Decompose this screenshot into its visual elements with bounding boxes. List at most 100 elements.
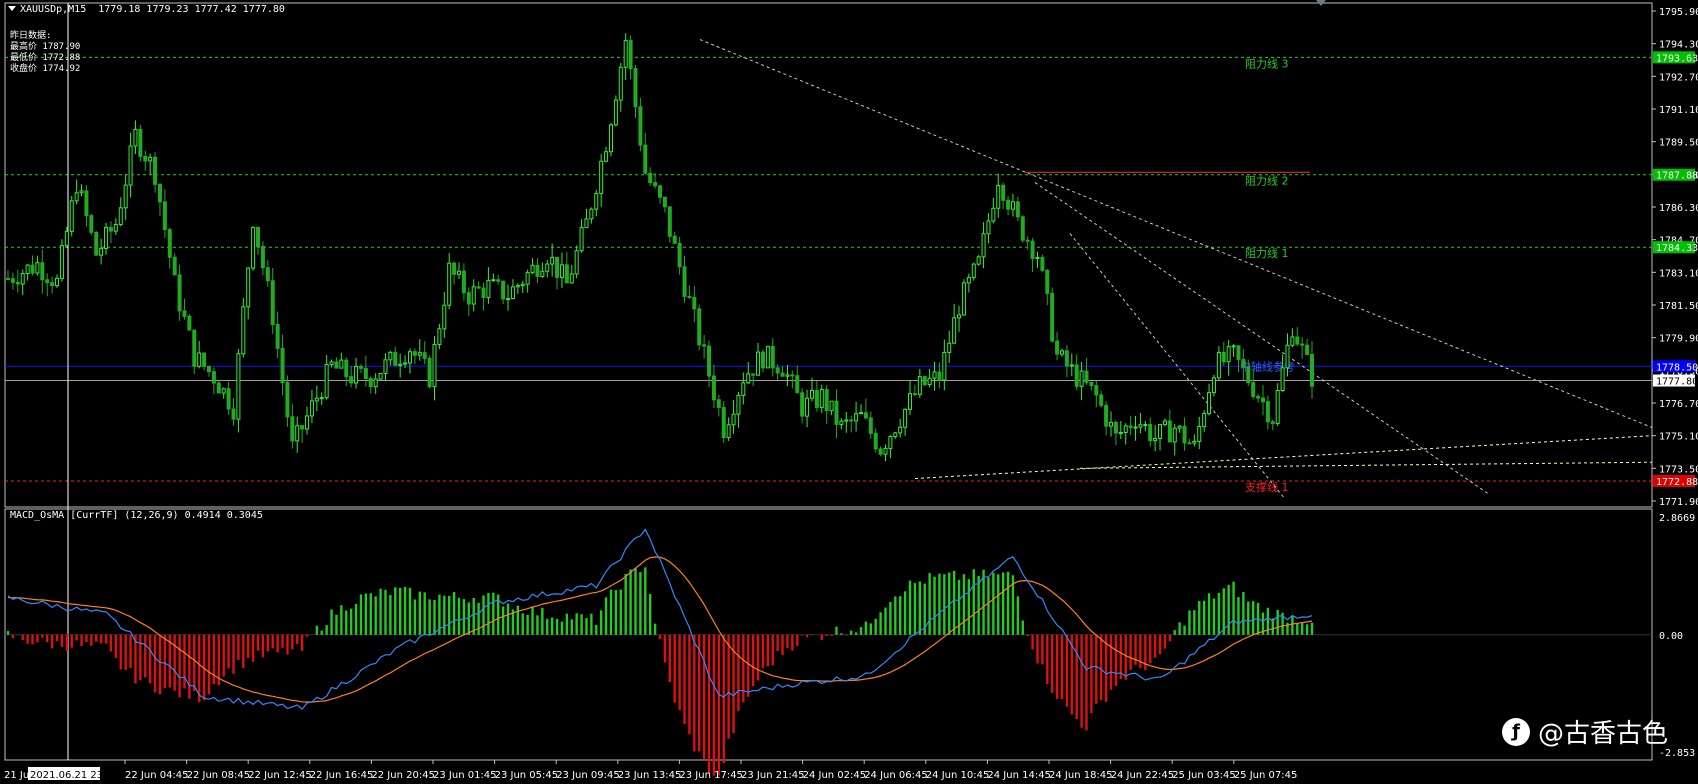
- candle-body: [1275, 389, 1280, 424]
- candle-body: [805, 397, 810, 417]
- candle-body: [1030, 240, 1035, 259]
- candle-body: [883, 447, 888, 455]
- candle-body: [476, 286, 481, 289]
- candle-body: [858, 412, 863, 415]
- candle-body: [1094, 385, 1099, 396]
- scroll-position-icon[interactable]: [1316, 0, 1326, 6]
- candle-body: [1300, 343, 1305, 346]
- candle-body: [329, 361, 334, 365]
- price-axis-label: 1789.50: [1659, 138, 1698, 149]
- candle-body: [648, 172, 653, 184]
- candle-body: [162, 201, 167, 231]
- candle-body: [608, 124, 613, 153]
- candle-body: [746, 373, 751, 384]
- watermark: ƒ @古香古色: [1501, 713, 1668, 750]
- candle-body: [25, 264, 30, 274]
- candle-body: [824, 389, 829, 412]
- price-axis-label: 1783.10: [1659, 268, 1698, 279]
- candle-body: [662, 196, 667, 208]
- candle-body: [187, 315, 192, 331]
- candle-body: [285, 382, 290, 418]
- candle-body: [839, 420, 844, 425]
- candle-body: [790, 374, 795, 377]
- candle-body: [1109, 421, 1114, 427]
- candle-body: [123, 184, 128, 209]
- candle-body: [64, 230, 69, 247]
- candle-body: [599, 160, 604, 194]
- time-axis-label: 25 Jun 03:45: [1172, 770, 1236, 781]
- candle-body: [579, 227, 584, 252]
- candle-body: [819, 389, 824, 408]
- macd-header: MACD_OsMA [CurrTF] (12,26,9) 0.4914 0.30…: [10, 510, 263, 521]
- candle-body: [1099, 394, 1104, 406]
- candle-body: [354, 365, 359, 384]
- candle-body: [942, 351, 947, 381]
- candle-body: [613, 99, 618, 126]
- candle-body: [319, 397, 324, 400]
- candle-body: [1192, 440, 1197, 444]
- candle-body: [167, 229, 172, 258]
- candle-body: [89, 215, 94, 233]
- candle-body: [295, 425, 300, 442]
- candle-body: [339, 359, 344, 369]
- candle-body: [726, 424, 731, 439]
- candle-body: [256, 226, 261, 248]
- candle-body: [1006, 199, 1011, 210]
- candle-body: [466, 292, 471, 305]
- candle-body: [550, 256, 555, 265]
- level-label: 阻力线 1: [1245, 246, 1289, 260]
- candle-body: [1285, 344, 1290, 369]
- candle-body: [976, 256, 981, 265]
- candle-body: [211, 371, 216, 384]
- time-axis-label: 22 Jun 16:45: [310, 770, 374, 781]
- candle-body: [903, 408, 908, 428]
- price-tag-label: 1778.50: [1656, 362, 1698, 373]
- candle-body: [863, 412, 868, 419]
- candle-body: [481, 287, 486, 298]
- candle-body: [957, 314, 962, 319]
- candle-body: [510, 286, 515, 300]
- candle-body: [1069, 364, 1074, 367]
- candle-body: [800, 392, 805, 417]
- symbol-header: XAUUSDp,M15 1779.18 1779.23 1777.42 1777…: [20, 4, 285, 15]
- time-axis-label: 22 Jun 12:45: [248, 770, 312, 781]
- candle-body: [991, 207, 996, 222]
- candle-body: [79, 190, 84, 194]
- candle-body: [672, 235, 677, 244]
- candle-body: [559, 264, 564, 278]
- candle-body: [756, 351, 761, 376]
- candle-body: [912, 393, 917, 396]
- candle-body: [873, 432, 878, 450]
- candle-body: [334, 361, 339, 369]
- candle-body: [226, 388, 231, 410]
- candle-body: [515, 284, 520, 288]
- candle-body: [569, 273, 574, 284]
- time-axis-label: 23 Jun 01:45: [433, 770, 497, 781]
- candle-body: [55, 277, 60, 287]
- candle-body: [177, 274, 182, 312]
- candle-body: [143, 155, 148, 162]
- candle-body: [251, 226, 256, 269]
- chart-menu-arrow-icon[interactable]: [8, 6, 16, 11]
- candle-body: [265, 267, 270, 282]
- trading-chart[interactable]: 1795.90 1794.30 1792.70 1791.10 1789.50 1787.…: [0, 0, 1698, 784]
- candle-body: [300, 425, 305, 430]
- candle-body: [1035, 256, 1040, 259]
- candle-body: [1059, 350, 1064, 355]
- price-tag-label: 1772.88: [1656, 477, 1698, 488]
- price-axis-label: 1792.70: [1659, 72, 1698, 83]
- price-axis-label: 1776.70: [1659, 399, 1698, 410]
- candle-body: [506, 298, 511, 301]
- candle-body: [917, 376, 922, 395]
- candle-body: [133, 128, 138, 147]
- price-axis-label: 1779.90: [1659, 334, 1698, 345]
- candle-body: [932, 371, 937, 379]
- candle-body: [736, 394, 741, 415]
- candle-body: [1050, 292, 1055, 342]
- candle-body: [1158, 424, 1163, 439]
- candle-body: [305, 415, 310, 430]
- candle-body: [1177, 425, 1182, 429]
- candle-body: [1025, 239, 1030, 242]
- candle-body: [1270, 421, 1275, 424]
- candle-body: [702, 344, 707, 347]
